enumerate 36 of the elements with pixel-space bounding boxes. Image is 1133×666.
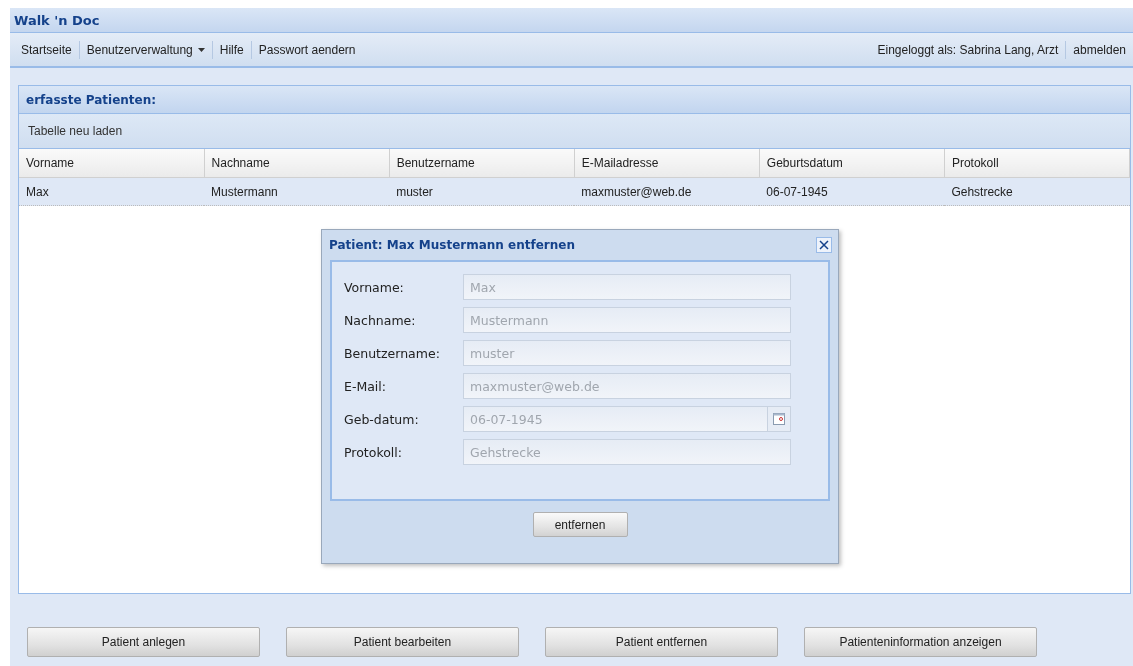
menu-item[interactable]: Startseite xyxy=(14,42,79,57)
panel-title: erfasste Patienten: xyxy=(19,86,1130,114)
menu-item[interactable]: Passwort aendern xyxy=(251,42,363,57)
reload-button[interactable]: Tabelle neu laden xyxy=(22,124,129,138)
column-header[interactable]: Geburtsdatum xyxy=(759,149,945,178)
column-header[interactable]: Vorname xyxy=(19,149,205,178)
user-info: Eingeloggt als: Sabrina Lang, Arzt xyxy=(876,42,1060,57)
table-cell: Gehstrecke xyxy=(944,177,1130,206)
remove-button[interactable]: entfernen xyxy=(532,512,628,537)
field-label: Vorname: xyxy=(344,279,405,295)
dialog-title: Patient: Max Mustermann entfernen xyxy=(329,238,575,252)
action-button[interactable]: Patient entfernen xyxy=(545,627,778,657)
column-header[interactable]: E-Mailadresse xyxy=(574,149,760,178)
action-button[interactable]: Patient bearbeiten xyxy=(286,627,519,657)
column-header[interactable]: Benutzername xyxy=(389,149,575,178)
calendar-icon[interactable] xyxy=(773,413,785,425)
field-label: Protokoll: xyxy=(344,444,403,460)
field-label: Benutzername: xyxy=(344,345,441,361)
table-row[interactable]: Max Mustermann muster maxmuster@web.de 06-07-1945 Gehstrecke xyxy=(19,177,1130,206)
table-cell: Max xyxy=(19,177,205,206)
field-label: Geb-datum: xyxy=(344,411,420,427)
table-cell: maxmuster@web.de xyxy=(574,177,760,206)
field-label: Nachname: xyxy=(344,312,417,328)
menu-item[interactable]: Benutzerverwaltung xyxy=(79,42,212,57)
table-cell: muster xyxy=(389,177,575,206)
column-header[interactable]: Protokoll xyxy=(944,149,1130,178)
close-button[interactable] xyxy=(816,237,832,253)
field-label: E-Mail: xyxy=(344,378,387,394)
app-title: Walk 'n Doc xyxy=(10,8,1133,33)
action-button[interactable]: Patient anlegen xyxy=(27,627,260,657)
logout-link[interactable]: abmelden xyxy=(1066,42,1133,57)
action-button[interactable]: Patienteninformation anzeigen xyxy=(804,627,1037,657)
table-cell: Mustermann xyxy=(204,177,390,206)
table-cell: 06-07-1945 xyxy=(759,177,945,206)
menu-item[interactable]: Hilfe xyxy=(212,42,251,57)
column-header[interactable]: Nachname xyxy=(204,149,390,178)
